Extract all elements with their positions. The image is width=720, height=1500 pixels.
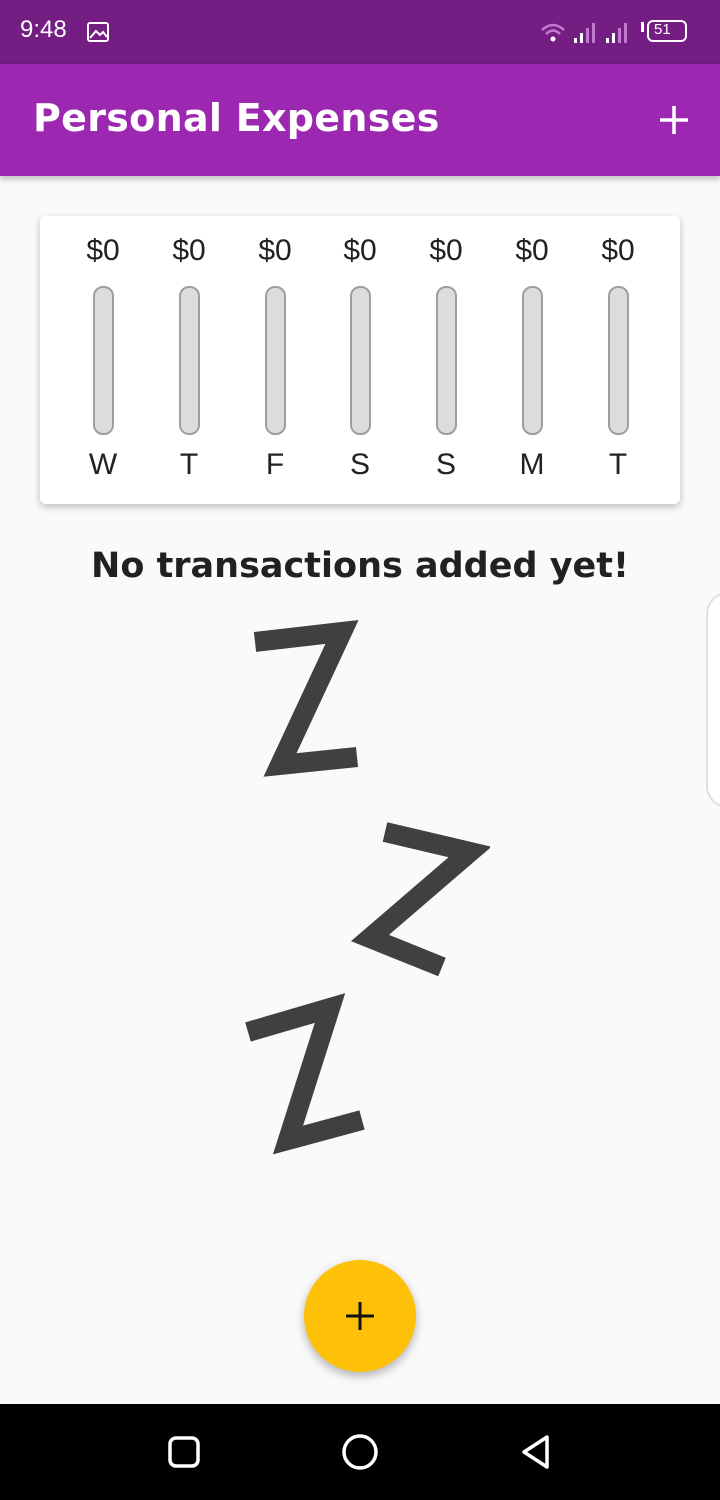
bar-day-label: M	[519, 448, 545, 481]
status-time: 9:48	[20, 16, 67, 43]
battery-level: 51	[654, 21, 671, 38]
back-icon[interactable]	[516, 1432, 556, 1472]
bar-amount: $0	[86, 234, 120, 267]
bar-day-label: T	[179, 448, 199, 481]
add-icon	[346, 1302, 374, 1330]
bar-amount: $0	[258, 234, 292, 267]
bar-track	[436, 286, 457, 435]
chart-bar: $0 S	[403, 216, 489, 504]
bar-amount: $0	[601, 234, 635, 267]
bar-day-label: S	[435, 448, 456, 481]
home-icon[interactable]	[340, 1432, 380, 1472]
sleeping-zzz-image	[245, 620, 490, 1155]
status-icons: 51	[540, 18, 700, 46]
bar-track	[522, 286, 543, 435]
bar-track	[93, 286, 114, 435]
bar-track	[265, 286, 286, 435]
empty-state-message: No transactions added yet!	[91, 546, 629, 586]
bar-day-label: T	[608, 448, 628, 481]
system-nav-bar	[0, 1404, 720, 1500]
bar-amount: $0	[429, 234, 463, 267]
chart-bar: $0 S	[317, 216, 403, 504]
gallery-icon	[87, 22, 109, 42]
bar-amount: $0	[515, 234, 549, 267]
chart-bar: $0 T	[146, 216, 232, 504]
page-title: Personal Expenses	[33, 96, 440, 140]
signal-icon	[606, 23, 627, 43]
bar-track	[179, 286, 200, 435]
signal-icon	[574, 23, 595, 43]
bar-amount: $0	[343, 234, 377, 267]
expense-chart: $0 W $0 T $0 F $0 S $0 S $0 M $0 T	[40, 216, 680, 504]
bar-day-label: S	[349, 448, 370, 481]
recent-apps-icon[interactable]	[164, 1432, 204, 1472]
bar-amount: $0	[172, 234, 206, 267]
bar-day-label: W	[88, 448, 118, 481]
bar-track	[608, 286, 629, 435]
bar-day-label: F	[265, 448, 285, 481]
add-icon[interactable]	[656, 102, 692, 138]
bar-track	[350, 286, 371, 435]
app-bar: Personal Expenses	[0, 64, 720, 176]
status-bar: 9:48 51	[0, 0, 720, 64]
chart-bar: $0 F	[232, 216, 318, 504]
chart-bar: $0 T	[575, 216, 661, 504]
wifi-icon	[541, 23, 565, 42]
chart-bar: $0 M	[489, 216, 575, 504]
side-drawer-handle[interactable]	[706, 592, 720, 808]
chart-bar: $0 W	[60, 216, 146, 504]
add-transaction-fab[interactable]	[304, 1260, 416, 1372]
